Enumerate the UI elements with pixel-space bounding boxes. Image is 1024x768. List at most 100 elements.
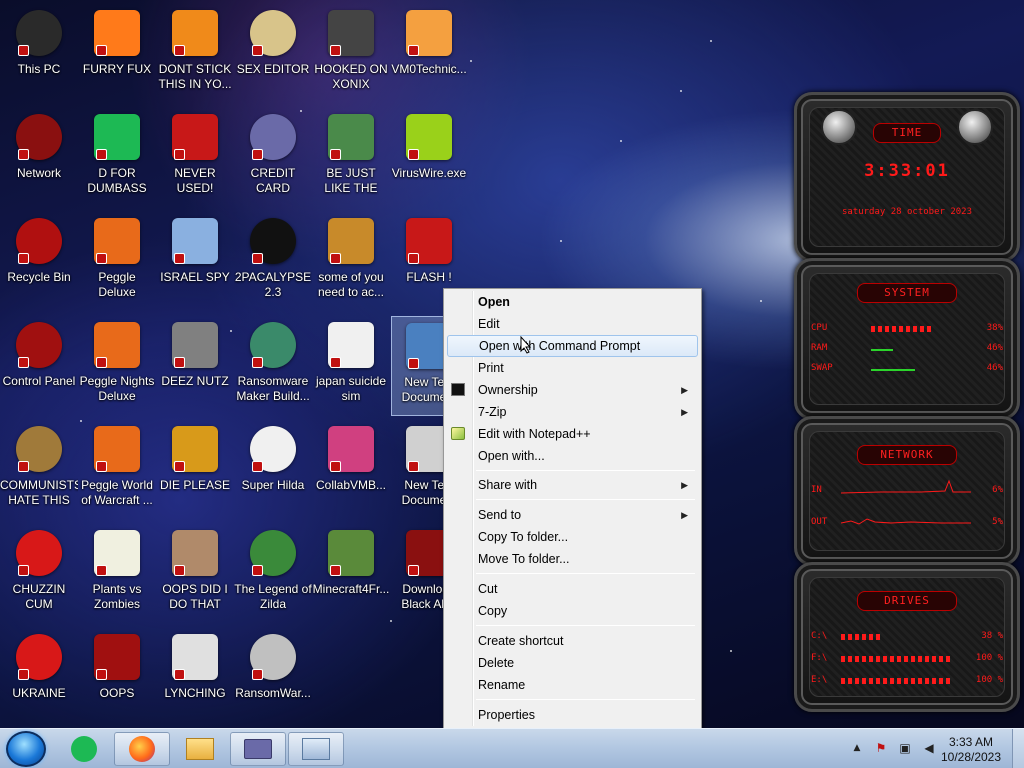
desktop-icon[interactable]: CHUZZIN CUM bbox=[1, 524, 77, 624]
desktop-icon[interactable]: Peggle Nights Deluxe bbox=[79, 316, 155, 416]
time-gadget-date: saturday 28 october 2023 bbox=[841, 207, 973, 217]
menu-item-cut[interactable]: Cut bbox=[447, 578, 698, 600]
desktop-icon-label: Network bbox=[16, 166, 61, 180]
submenu-arrow-icon: ▶ bbox=[681, 407, 688, 417]
menu-item-move-to-folder[interactable]: Move To folder... bbox=[447, 548, 698, 570]
menu-item-create-shortcut[interactable]: Create shortcut bbox=[447, 630, 698, 652]
action-center-flag-icon[interactable]: ⚑ bbox=[874, 741, 888, 755]
desktop-icon-label: Peggle Nights Deluxe bbox=[79, 374, 155, 403]
desktop-icon[interactable]: Ransomware Maker Build... bbox=[235, 316, 311, 416]
network-icon[interactable]: ▣ bbox=[898, 741, 912, 755]
desktop-icon[interactable]: BE JUST LIKE THE DUDE! bbox=[313, 108, 389, 208]
desktop-icon[interactable]: LYNCHING bbox=[157, 628, 233, 728]
desktop-icon[interactable]: Control Panel bbox=[1, 316, 77, 416]
desktop-icon[interactable]: This PC bbox=[1, 4, 77, 104]
shortcut-overlay-icon bbox=[96, 45, 107, 56]
menu-item-copy-to-folder[interactable]: Copy To folder... bbox=[447, 526, 698, 548]
desktop-icon[interactable]: DIE PLEASE bbox=[157, 420, 233, 520]
money-bag-icon bbox=[16, 426, 62, 472]
desktop-icon[interactable]: Recycle Bin bbox=[1, 212, 77, 312]
taskbar-clock[interactable]: 3:33 AM 10/28/2023 bbox=[936, 735, 1006, 765]
desktop-icon[interactable]: japan suicide sim bbox=[313, 316, 389, 416]
desktop-icon[interactable]: Peggle World of Warcraft ... bbox=[79, 420, 155, 520]
desktop-icon[interactable]: VM0Technic... bbox=[391, 4, 467, 104]
taskbar-credit-card-button[interactable] bbox=[230, 732, 286, 766]
chat-bubble-icon bbox=[94, 114, 140, 160]
shortcut-overlay-icon bbox=[252, 45, 263, 56]
desktop-icon[interactable]: NEVER USED! bbox=[157, 108, 233, 208]
network-gadget[interactable]: NETWORK IN 6% OUT 5% bbox=[794, 416, 1020, 566]
network-spy-icon bbox=[172, 218, 218, 264]
taskbar-firefox-button[interactable] bbox=[114, 732, 170, 766]
desktop-icon[interactable]: UKRAINE bbox=[1, 628, 77, 728]
control-panel-icon bbox=[16, 322, 62, 368]
desktop-icon[interactable]: CREDIT CARD CHECKER bbox=[235, 108, 311, 208]
desktop-icon[interactable]: SEX EDITOR bbox=[235, 4, 311, 104]
desktop-icon-label: OOPS DID I DO THAT bbox=[162, 582, 228, 611]
notepad-plus-plus-icon bbox=[451, 427, 465, 440]
desktop-icon[interactable]: VirusWire.exe bbox=[391, 108, 467, 208]
menu-item-open[interactable]: Open bbox=[447, 291, 698, 313]
menu-item-send-to[interactable]: Send to ▶ bbox=[447, 504, 698, 526]
shortcut-overlay-icon bbox=[18, 565, 29, 576]
menu-item-rename[interactable]: Rename bbox=[447, 674, 698, 696]
shortcut-overlay-icon bbox=[330, 461, 341, 472]
menu-item-open-with-command-prompt[interactable]: Open with Command Prompt bbox=[447, 335, 698, 357]
cpu-bar bbox=[871, 326, 931, 332]
desktop-icon[interactable]: Minecraft4Fr... bbox=[313, 524, 389, 624]
desktop-icon-label: This PC bbox=[17, 62, 61, 76]
desktop-icon[interactable]: 2PACALYPSE 2.3 bbox=[235, 212, 311, 312]
desktop-icon[interactable]: CollabVMB... bbox=[313, 420, 389, 520]
shortcut-overlay-icon bbox=[18, 357, 29, 368]
network-gadget-title: NETWORK bbox=[857, 445, 957, 465]
lime-icon bbox=[406, 114, 452, 160]
menu-item-properties[interactable]: Properties bbox=[447, 704, 698, 726]
desktop-icon[interactable]: COMMUNISTS HATE THIS G... bbox=[0, 420, 78, 520]
desktop-icon[interactable]: The Legend of Zilda bbox=[234, 524, 312, 624]
shortcut-overlay-icon bbox=[408, 149, 419, 160]
desktop-icon-label: DONT STICK THIS IN YO... bbox=[158, 62, 232, 91]
desktop-icon[interactable]: RansomWar... bbox=[235, 628, 311, 728]
desktop-icon[interactable]: Plants vs Zombies bbox=[79, 524, 155, 624]
desktop-icon[interactable]: Network bbox=[1, 108, 77, 208]
menu-item-print[interactable]: Print bbox=[447, 357, 698, 379]
document-icon bbox=[328, 322, 374, 368]
drives-gadget[interactable]: DRIVES C:\ 38 % F:\ 100 % E:\ 100 % bbox=[794, 562, 1020, 712]
desktop-icon[interactable]: OOPS bbox=[79, 628, 155, 728]
desktop-icon[interactable]: DEEZ NUTZ bbox=[157, 316, 233, 416]
santa-icon bbox=[328, 114, 374, 160]
shortcut-overlay-icon bbox=[174, 253, 185, 264]
menu-item-edit-with-notepad[interactable]: Edit with Notepad++ bbox=[447, 423, 698, 445]
shortcut-overlay-icon bbox=[174, 45, 185, 56]
doctor-icon bbox=[406, 10, 452, 56]
menu-item-open-with[interactable]: Open with... bbox=[447, 445, 698, 467]
alien-head-icon bbox=[821, 109, 857, 145]
menu-item-delete[interactable]: Delete bbox=[447, 652, 698, 674]
taskbar-task-manager-button[interactable] bbox=[288, 732, 344, 766]
show-hidden-icons-icon[interactable]: ▲ bbox=[850, 741, 864, 755]
desktop-icon[interactable]: Super Hilda bbox=[235, 420, 311, 520]
desktop-icon[interactable]: OOPS DID I DO THAT bbox=[157, 524, 233, 624]
desktop-icon-label: OOPS bbox=[99, 686, 135, 700]
desktop-icon[interactable]: HOOKED ON XONIX bbox=[313, 4, 389, 104]
volume-icon[interactable]: ◀ bbox=[922, 741, 936, 755]
taskbar-file-explorer-button[interactable] bbox=[172, 732, 228, 766]
desktop-icon-label: The Legend of Zilda bbox=[234, 582, 312, 611]
desktop-icon[interactable]: some of you need to ac... bbox=[313, 212, 389, 312]
menu-item-7zip[interactable]: 7-Zip ▶ bbox=[447, 401, 698, 423]
desktop-icon[interactable]: Peggle Deluxe bbox=[79, 212, 155, 312]
desktop-icon[interactable]: DONT STICK THIS IN YO... bbox=[157, 4, 233, 104]
menu-item-ownership[interactable]: Ownership ▶ bbox=[447, 379, 698, 401]
menu-item-share-with[interactable]: Share with ▶ bbox=[447, 474, 698, 496]
show-desktop-button[interactable] bbox=[1012, 729, 1024, 768]
menu-item-copy[interactable]: Copy bbox=[447, 600, 698, 622]
desktop-icon[interactable]: D FOR DUMBASS bbox=[79, 108, 155, 208]
start-button[interactable] bbox=[6, 731, 46, 767]
menu-item-edit[interactable]: Edit bbox=[447, 313, 698, 335]
time-gadget[interactable]: TIME 3:33:01 saturday 28 october 2023 bbox=[794, 92, 1020, 262]
desktop-icon[interactable]: FURRY FUX bbox=[79, 4, 155, 104]
desktop-icon[interactable]: ISRAEL SPY bbox=[157, 212, 233, 312]
taskbar-chat-button[interactable] bbox=[56, 732, 112, 766]
system-gadget[interactable]: SYSTEM CPU 38% RAM 46% SWAP 46% bbox=[794, 258, 1020, 420]
shortcut-overlay-icon bbox=[18, 461, 29, 472]
